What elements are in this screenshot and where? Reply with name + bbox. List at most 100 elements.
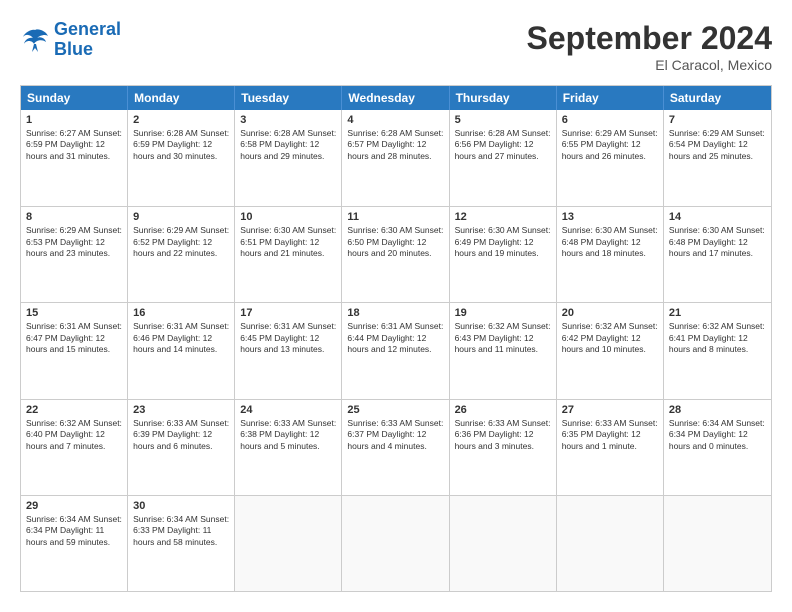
calendar-header: Sunday Monday Tuesday Wednesday Thursday…	[21, 86, 771, 110]
cal-cell-1-6: 14 Sunrise: 6:30 AM Sunset: 6:48 PM Dayli…	[664, 207, 771, 302]
header-sunday: Sunday	[21, 86, 128, 110]
cal-cell-2-4: 19Sunrise: 6:32 AM Sunset: 6:43 PM Dayli…	[450, 303, 557, 398]
day-info: Sunrise: 6:28 AM Sunset: 6:57 PM Dayligh…	[347, 128, 443, 162]
day-info: Sunrise: 6:33 AM Sunset: 6:39 PM Dayligh…	[133, 418, 229, 452]
day-info: Sunrise: 6:33 AM Sunset: 6:38 PM Dayligh…	[240, 418, 336, 452]
cal-cell-4-1: 30 Sunrise: 6:34 AM Sunset: 6:33 PM Dayli…	[128, 496, 235, 591]
cal-cell-2-5: 20 Sunrise: 6:32 AM Sunset: 6:42 PM Dayli…	[557, 303, 664, 398]
month-title: September 2024	[527, 20, 772, 57]
header-saturday: Saturday	[664, 86, 771, 110]
day-info: Sunrise: 6:30 AM Sunset: 6:51 PM Dayligh…	[240, 225, 336, 259]
cal-cell-4-2	[235, 496, 342, 591]
day-info: Sunrise: 6:31 AM Sunset: 6:46 PM Dayligh…	[133, 321, 229, 355]
day-number: 20	[562, 307, 658, 319]
day-number: 17	[240, 307, 336, 319]
day-info: Sunrise: 6:34 AM Sunset: 6:34 PM Dayligh…	[26, 514, 122, 548]
day-number: 3	[240, 114, 336, 126]
week-row-3: 15 Sunrise: 6:31 AM Sunset: 6:47 PM Dayli…	[21, 302, 771, 398]
day-info: Sunrise: 6:31 AM Sunset: 6:47 PM Dayligh…	[26, 321, 122, 355]
day-number: 6	[562, 114, 658, 126]
cal-cell-3-3: 25 Sunrise: 6:33 AM Sunset: 6:37 PM Dayli…	[342, 400, 449, 495]
day-number: 30	[133, 500, 229, 512]
day-info: Sunrise: 6:32 AM Sunset: 6:42 PM Dayligh…	[562, 321, 658, 355]
day-info: Sunrise: 6:30 AM Sunset: 6:50 PM Dayligh…	[347, 225, 443, 259]
day-info: Sunrise: 6:34 AM Sunset: 6:33 PM Dayligh…	[133, 514, 229, 548]
day-info: Sunrise: 6:28 AM Sunset: 6:59 PM Dayligh…	[133, 128, 229, 162]
day-number: 12	[455, 211, 551, 223]
cal-cell-1-5: 13 Sunrise: 6:30 AM Sunset: 6:48 PM Dayli…	[557, 207, 664, 302]
page: General Blue September 2024 El Caracol, …	[0, 0, 792, 612]
cal-cell-2-0: 15 Sunrise: 6:31 AM Sunset: 6:47 PM Dayli…	[21, 303, 128, 398]
cal-cell-1-2: 10 Sunrise: 6:30 AM Sunset: 6:51 PM Dayli…	[235, 207, 342, 302]
cal-cell-3-0: 22 Sunrise: 6:32 AM Sunset: 6:40 PM Dayli…	[21, 400, 128, 495]
cal-cell-1-3: 11Sunrise: 6:30 AM Sunset: 6:50 PM Dayli…	[342, 207, 449, 302]
cal-cell-4-6	[664, 496, 771, 591]
day-info: Sunrise: 6:33 AM Sunset: 6:35 PM Dayligh…	[562, 418, 658, 452]
location: El Caracol, Mexico	[527, 57, 772, 73]
day-number: 15	[26, 307, 122, 319]
header-thursday: Thursday	[450, 86, 557, 110]
day-info: Sunrise: 6:30 AM Sunset: 6:48 PM Dayligh…	[562, 225, 658, 259]
day-number: 16	[133, 307, 229, 319]
day-info: Sunrise: 6:31 AM Sunset: 6:44 PM Dayligh…	[347, 321, 443, 355]
day-info: Sunrise: 6:31 AM Sunset: 6:45 PM Dayligh…	[240, 321, 336, 355]
cal-cell-0-3: 4Sunrise: 6:28 AM Sunset: 6:57 PM Daylig…	[342, 110, 449, 206]
header-wednesday: Wednesday	[342, 86, 449, 110]
cal-cell-0-6: 7Sunrise: 6:29 AM Sunset: 6:54 PM Daylig…	[664, 110, 771, 206]
cal-cell-1-0: 8 Sunrise: 6:29 AM Sunset: 6:53 PM Daylig…	[21, 207, 128, 302]
day-info: Sunrise: 6:29 AM Sunset: 6:52 PM Dayligh…	[133, 225, 229, 259]
day-number: 26	[455, 404, 551, 416]
day-number: 8	[26, 211, 122, 223]
day-info: Sunrise: 6:29 AM Sunset: 6:53 PM Dayligh…	[26, 225, 122, 259]
cal-cell-0-1: 2Sunrise: 6:28 AM Sunset: 6:59 PM Daylig…	[128, 110, 235, 206]
cal-cell-1-4: 12 Sunrise: 6:30 AM Sunset: 6:49 PM Dayli…	[450, 207, 557, 302]
day-info: Sunrise: 6:33 AM Sunset: 6:37 PM Dayligh…	[347, 418, 443, 452]
header-friday: Friday	[557, 86, 664, 110]
day-number: 29	[26, 500, 122, 512]
day-number: 22	[26, 404, 122, 416]
cal-cell-3-4: 26 Sunrise: 6:33 AM Sunset: 6:36 PM Dayli…	[450, 400, 557, 495]
header-tuesday: Tuesday	[235, 86, 342, 110]
day-info: Sunrise: 6:33 AM Sunset: 6:36 PM Dayligh…	[455, 418, 551, 452]
day-info: Sunrise: 6:30 AM Sunset: 6:49 PM Dayligh…	[455, 225, 551, 259]
cal-cell-4-4	[450, 496, 557, 591]
cal-cell-0-5: 6 Sunrise: 6:29 AM Sunset: 6:55 PM Daylig…	[557, 110, 664, 206]
week-row-4: 22 Sunrise: 6:32 AM Sunset: 6:40 PM Dayli…	[21, 399, 771, 495]
week-row-5: 29 Sunrise: 6:34 AM Sunset: 6:34 PM Dayli…	[21, 495, 771, 591]
calendar-body: 1 Sunrise: 6:27 AM Sunset: 6:59 PM Daylig…	[21, 110, 771, 591]
day-number: 19	[455, 307, 551, 319]
cal-cell-3-5: 27 Sunrise: 6:33 AM Sunset: 6:35 PM Dayli…	[557, 400, 664, 495]
cal-cell-0-0: 1 Sunrise: 6:27 AM Sunset: 6:59 PM Daylig…	[21, 110, 128, 206]
header: General Blue September 2024 El Caracol, …	[20, 20, 772, 73]
cal-cell-0-4: 5 Sunrise: 6:28 AM Sunset: 6:56 PM Daylig…	[450, 110, 557, 206]
header-monday: Monday	[128, 86, 235, 110]
day-info: Sunrise: 6:28 AM Sunset: 6:58 PM Dayligh…	[240, 128, 336, 162]
day-info: Sunrise: 6:29 AM Sunset: 6:54 PM Dayligh…	[669, 128, 766, 162]
cal-cell-4-3	[342, 496, 449, 591]
day-info: Sunrise: 6:34 AM Sunset: 6:34 PM Dayligh…	[669, 418, 766, 452]
cal-cell-2-6: 21 Sunrise: 6:32 AM Sunset: 6:41 PM Dayli…	[664, 303, 771, 398]
day-info: Sunrise: 6:27 AM Sunset: 6:59 PM Dayligh…	[26, 128, 122, 162]
day-info: Sunrise: 6:32 AM Sunset: 6:40 PM Dayligh…	[26, 418, 122, 452]
day-number: 5	[455, 114, 551, 126]
cal-cell-2-2: 17 Sunrise: 6:31 AM Sunset: 6:45 PM Dayli…	[235, 303, 342, 398]
cal-cell-0-2: 3 Sunrise: 6:28 AM Sunset: 6:58 PM Daylig…	[235, 110, 342, 206]
day-number: 1	[26, 114, 122, 126]
day-number: 21	[669, 307, 766, 319]
day-number: 14	[669, 211, 766, 223]
day-number: 27	[562, 404, 658, 416]
day-number: 25	[347, 404, 443, 416]
day-info: Sunrise: 6:28 AM Sunset: 6:56 PM Dayligh…	[455, 128, 551, 162]
day-number: 13	[562, 211, 658, 223]
day-number: 23	[133, 404, 229, 416]
cal-cell-3-6: 28Sunrise: 6:34 AM Sunset: 6:34 PM Dayli…	[664, 400, 771, 495]
day-info: Sunrise: 6:29 AM Sunset: 6:55 PM Dayligh…	[562, 128, 658, 162]
cal-cell-2-1: 16 Sunrise: 6:31 AM Sunset: 6:46 PM Dayli…	[128, 303, 235, 398]
day-info: Sunrise: 6:30 AM Sunset: 6:48 PM Dayligh…	[669, 225, 766, 259]
cal-cell-4-5	[557, 496, 664, 591]
week-row-1: 1 Sunrise: 6:27 AM Sunset: 6:59 PM Daylig…	[21, 110, 771, 206]
calendar: Sunday Monday Tuesday Wednesday Thursday…	[20, 85, 772, 592]
day-number: 10	[240, 211, 336, 223]
day-info: Sunrise: 6:32 AM Sunset: 6:41 PM Dayligh…	[669, 321, 766, 355]
cal-cell-1-1: 9Sunrise: 6:29 AM Sunset: 6:52 PM Daylig…	[128, 207, 235, 302]
